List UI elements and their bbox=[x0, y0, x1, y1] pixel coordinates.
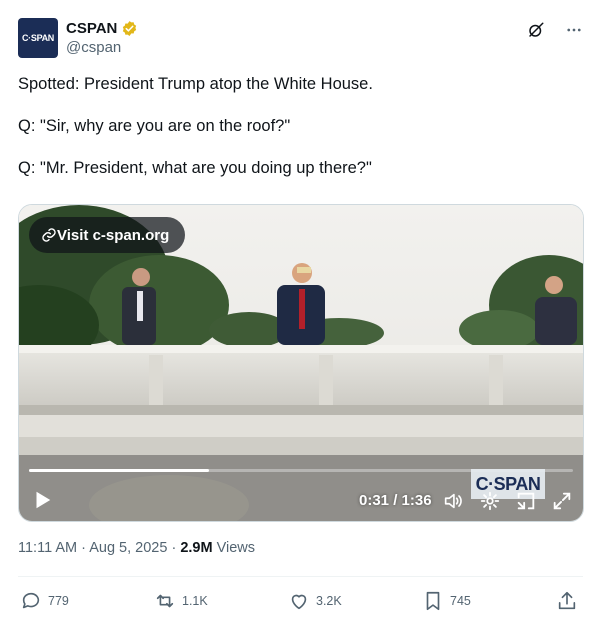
tweet-time[interactable]: 11:11 AM bbox=[18, 540, 77, 556]
views-label: Views bbox=[216, 540, 256, 556]
tweet-line: Spotted: President Trump atop the White … bbox=[18, 75, 373, 93]
tweet-header: C·SPAN CSPAN @cspan bbox=[18, 16, 584, 60]
avatar-text: C·SPAN bbox=[21, 33, 55, 43]
author-block: CSPAN @cspan bbox=[66, 18, 138, 56]
meta-separator: · bbox=[171, 540, 181, 556]
action-bar: 779 1.1K 3.2K 745 bbox=[18, 590, 584, 614]
tweet-line: Q: "Mr. President, what are you doing up… bbox=[18, 159, 372, 177]
like-icon bbox=[291, 594, 307, 610]
reply-button[interactable]: 779 bbox=[20, 590, 69, 612]
divider bbox=[18, 576, 583, 577]
repost-icon bbox=[156, 594, 174, 608]
link-icon bbox=[42, 228, 56, 242]
video-player[interactable]: Visit c-span.org C·SPAN 0:31 / 1:36 bbox=[18, 204, 584, 522]
name-row: CSPAN bbox=[66, 18, 138, 38]
display-name[interactable]: CSPAN bbox=[66, 20, 117, 37]
picture-in-picture-icon[interactable] bbox=[515, 490, 537, 512]
header-actions bbox=[526, 20, 584, 40]
reply-icon bbox=[22, 592, 40, 609]
repost-count: 1.1K bbox=[182, 594, 208, 608]
tweet-meta: 11:11 AM · Aug 5, 2025 · 2.9M Views bbox=[18, 540, 255, 556]
video-controls: 0:31 / 1:36 bbox=[19, 483, 583, 519]
visit-link-button[interactable]: Visit c-span.org bbox=[29, 217, 186, 253]
play-icon[interactable] bbox=[31, 489, 53, 511]
settings-gear-icon[interactable] bbox=[479, 490, 501, 512]
share-icon bbox=[558, 591, 576, 610]
more-icon[interactable] bbox=[564, 20, 584, 40]
verified-badge-icon bbox=[123, 20, 137, 36]
views-count: 2.9M bbox=[180, 540, 213, 556]
bookmark-icon bbox=[426, 591, 440, 611]
like-button[interactable]: 3.2K bbox=[288, 590, 342, 612]
volume-icon[interactable] bbox=[442, 490, 464, 512]
video-progress-fill bbox=[29, 469, 209, 472]
meta-separator: · bbox=[81, 540, 90, 556]
reply-count: 779 bbox=[48, 594, 69, 608]
tweet-text: Spotted: President Trump atop the White … bbox=[18, 74, 578, 200]
video-time: 0:31 / 1:36 bbox=[359, 492, 432, 509]
like-count: 3.2K bbox=[316, 594, 342, 608]
bookmark-button[interactable]: 745 bbox=[422, 590, 471, 612]
repost-button[interactable]: 1.1K bbox=[154, 590, 208, 612]
bookmark-count: 745 bbox=[450, 594, 471, 608]
handle[interactable]: @cspan bbox=[66, 39, 138, 56]
avatar[interactable]: C·SPAN bbox=[18, 18, 58, 58]
fullscreen-icon[interactable] bbox=[551, 490, 573, 512]
share-button[interactable] bbox=[556, 590, 578, 612]
visit-link-label: Visit c-span.org bbox=[57, 226, 170, 244]
tweet-line: Q: "Sir, why are you are on the roof?" bbox=[18, 117, 291, 135]
grok-icon[interactable] bbox=[526, 20, 546, 40]
tweet-date[interactable]: Aug 5, 2025 bbox=[89, 540, 167, 556]
